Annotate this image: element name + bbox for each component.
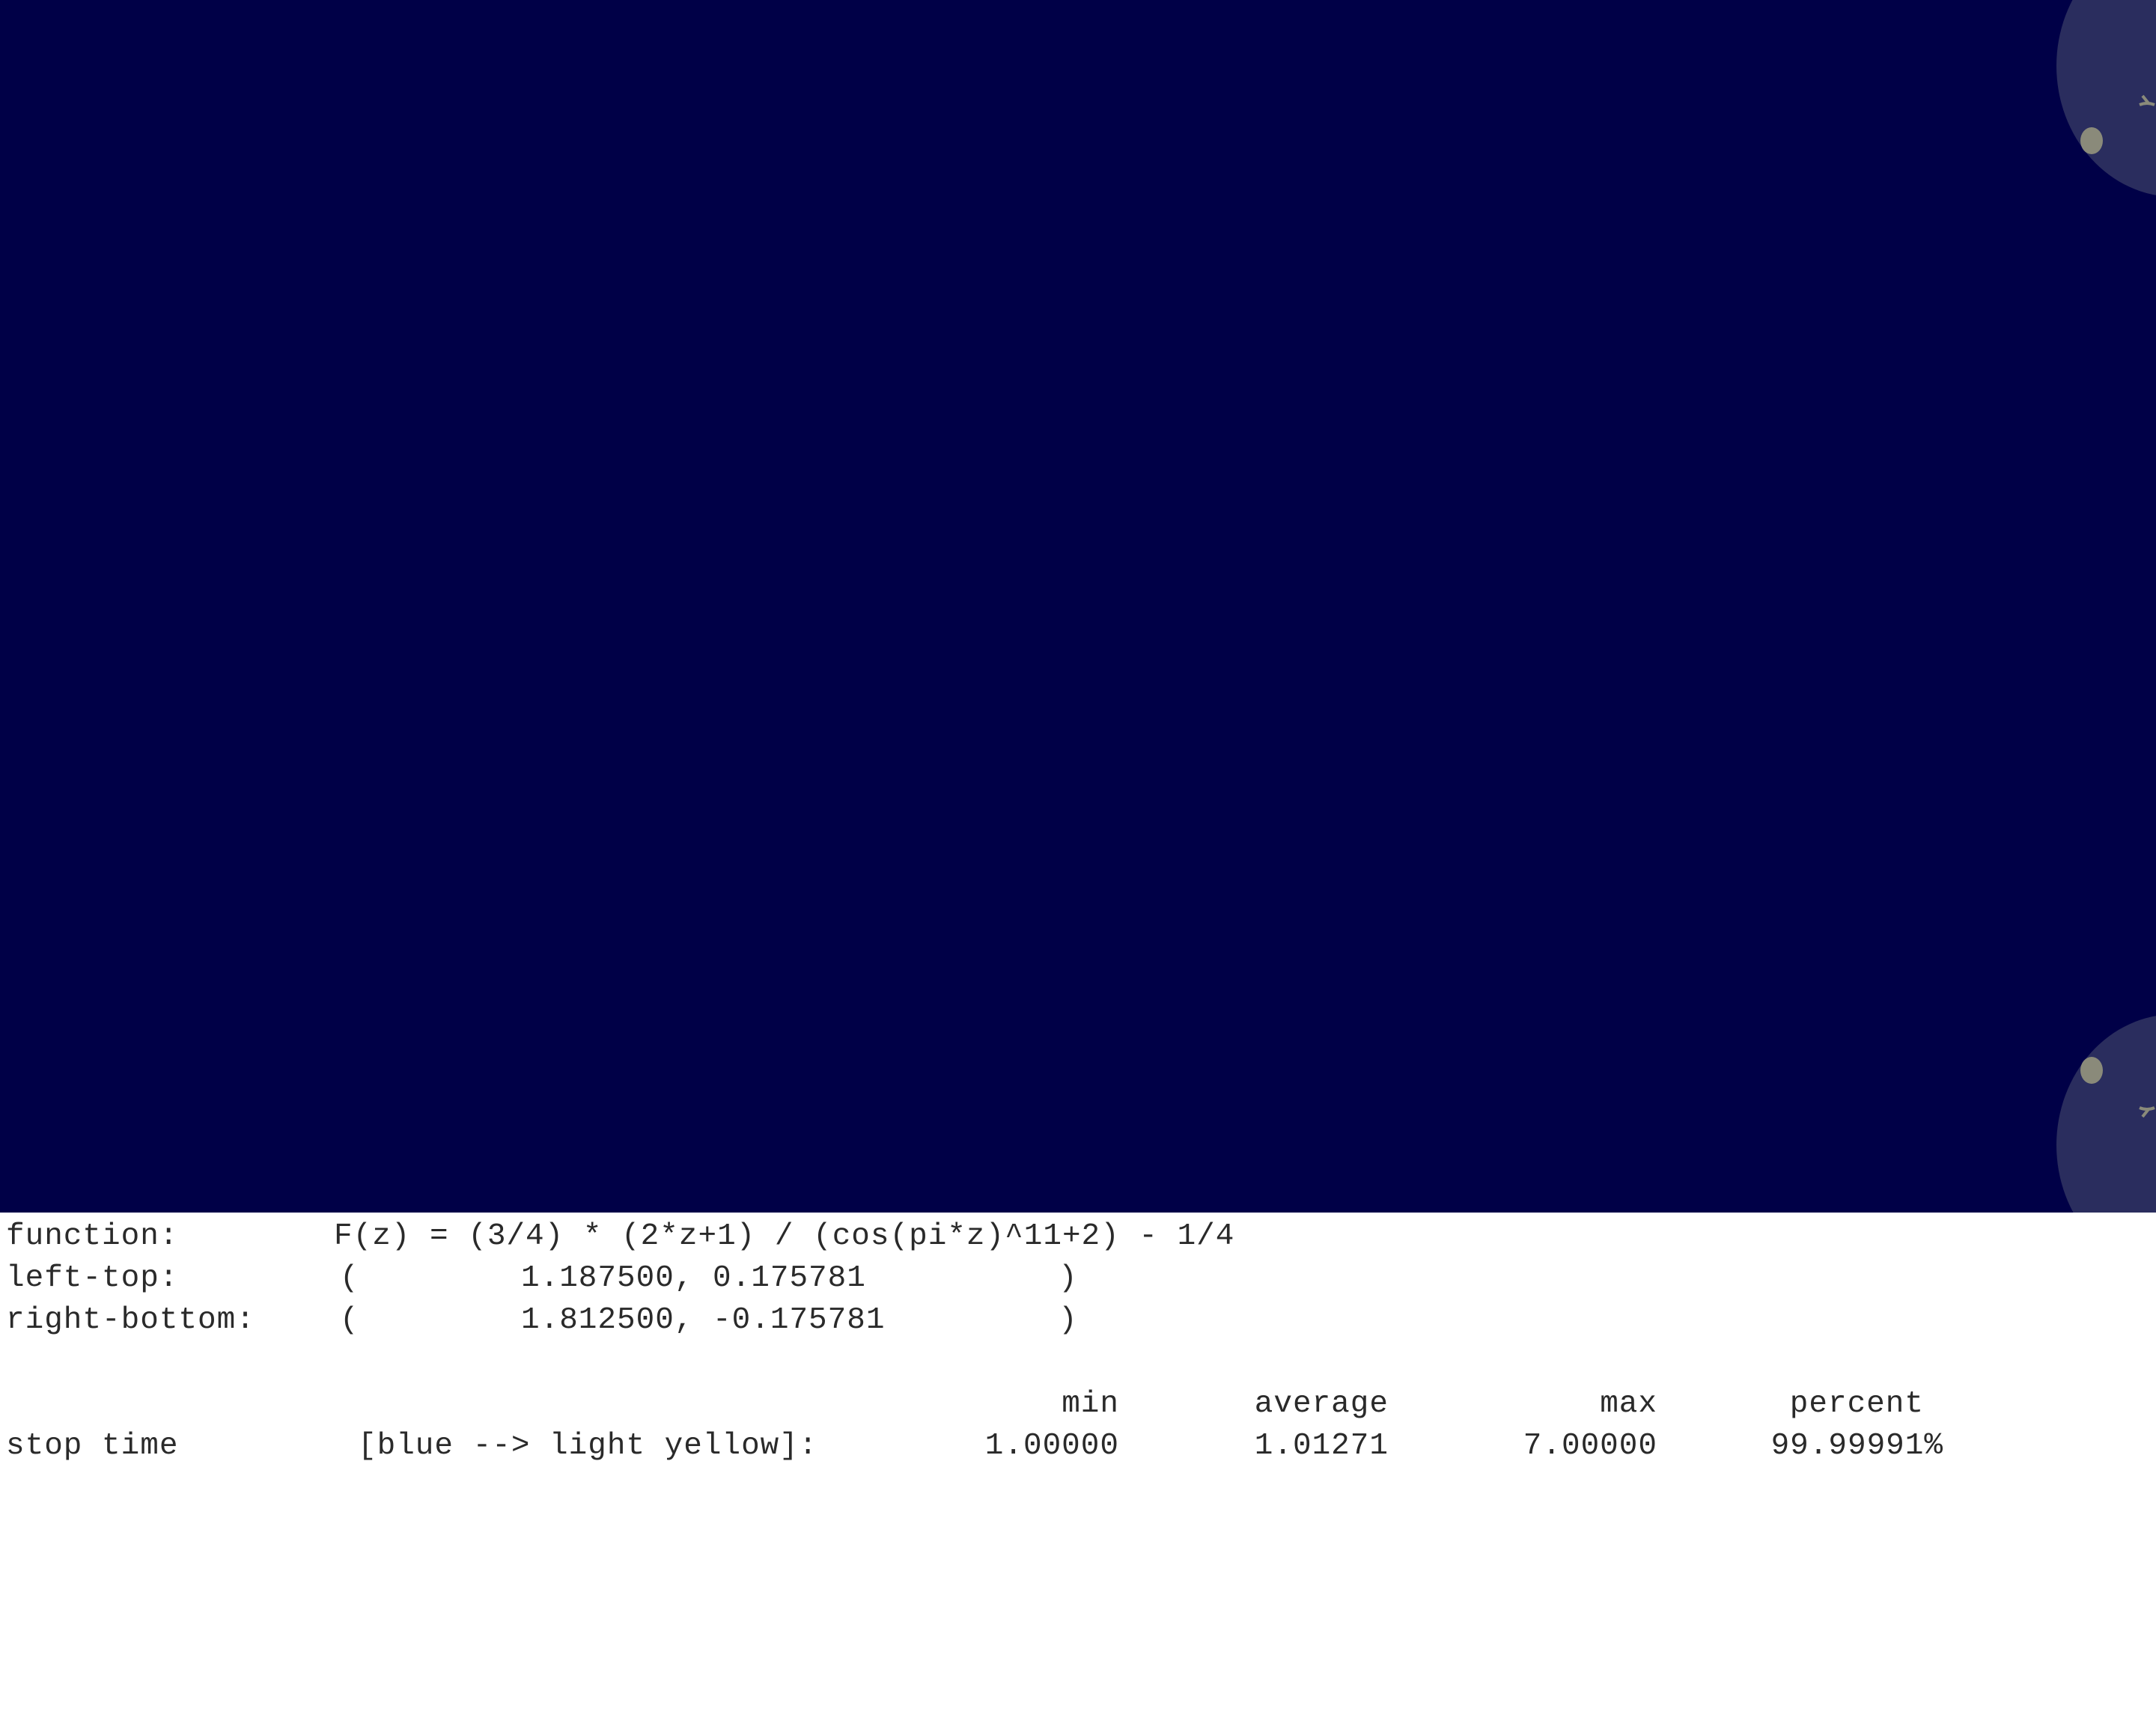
stats-row-label: stop time (6, 1429, 179, 1463)
fractal-render (2056, 0, 2156, 1213)
stats-header-percent: percent (1789, 1387, 1924, 1421)
function-formula: F(z) = (3/4) * (2*z+1) / (cos(pi*z)^11+2… (334, 1219, 1235, 1254)
stats-header-max: max (1600, 1387, 1657, 1421)
stats-value-average: 1.01271 (1254, 1429, 1389, 1463)
info-panel: function: F(z) = (3/4) * (2*z+1) / (cos(… (0, 1213, 2156, 1723)
stats-value-min: 1.00000 (984, 1429, 1119, 1463)
right-bottom-open-paren: ( (340, 1303, 359, 1338)
stats-value-max: 7.00000 (1523, 1429, 1657, 1463)
fractal-bulb-top-right (2056, 0, 2156, 195)
left-top-label: left-top: (6, 1261, 179, 1296)
stats-row-legend: [blue --> light yellow]: (358, 1429, 818, 1463)
left-top-open-paren: ( (340, 1261, 359, 1296)
fractal-plot-area (0, 0, 2156, 1213)
stats-header-average: average (1254, 1387, 1389, 1421)
stats-value-percent: 99.99991% (1770, 1429, 1943, 1463)
function-label: function: (6, 1219, 179, 1254)
fractal-bulb-bottom-right (2056, 1016, 2156, 1213)
right-bottom-coordinates: 1.812500, -0.175781 (521, 1303, 886, 1338)
right-bottom-close-paren: ) (1059, 1303, 1078, 1338)
stats-header-min: min (1062, 1387, 1119, 1421)
right-bottom-label: right-bottom: (6, 1303, 255, 1338)
left-top-coordinates: 1.187500, 0.175781 (521, 1261, 866, 1296)
left-top-close-paren: ) (1059, 1261, 1078, 1296)
